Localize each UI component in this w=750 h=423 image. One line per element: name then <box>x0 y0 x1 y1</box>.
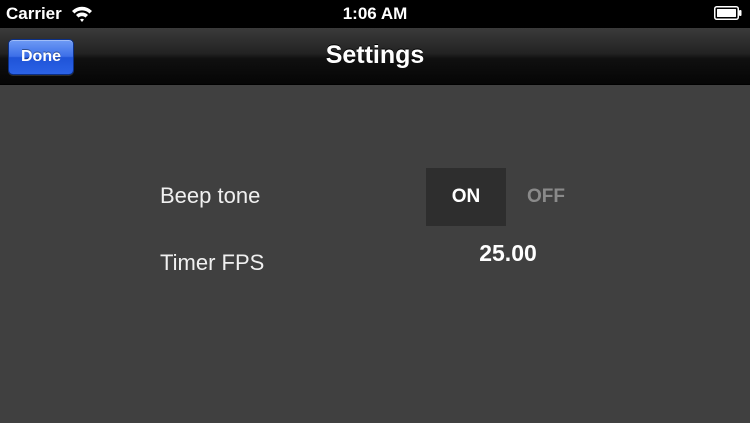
page-title: Settings <box>325 41 425 69</box>
beep-tone-label: Beep tone <box>160 183 261 208</box>
battery-icon <box>714 6 742 20</box>
status-bar: Carrier 1:06 AM <box>0 0 750 28</box>
timer-fps-value[interactable]: 25.00 <box>464 240 552 267</box>
beep-tone-toggle: ON OFF <box>426 168 586 226</box>
beep-tone-off-option[interactable]: OFF <box>506 168 586 226</box>
navigation-bar: Done Settings <box>0 28 750 85</box>
settings-content: Beep tone ON OFF Timer FPS 25.00 <box>0 85 750 423</box>
beep-tone-on-option[interactable]: ON <box>426 168 506 226</box>
status-time: 1:06 AM <box>342 4 408 23</box>
timer-fps-label: Timer FPS <box>160 250 265 275</box>
